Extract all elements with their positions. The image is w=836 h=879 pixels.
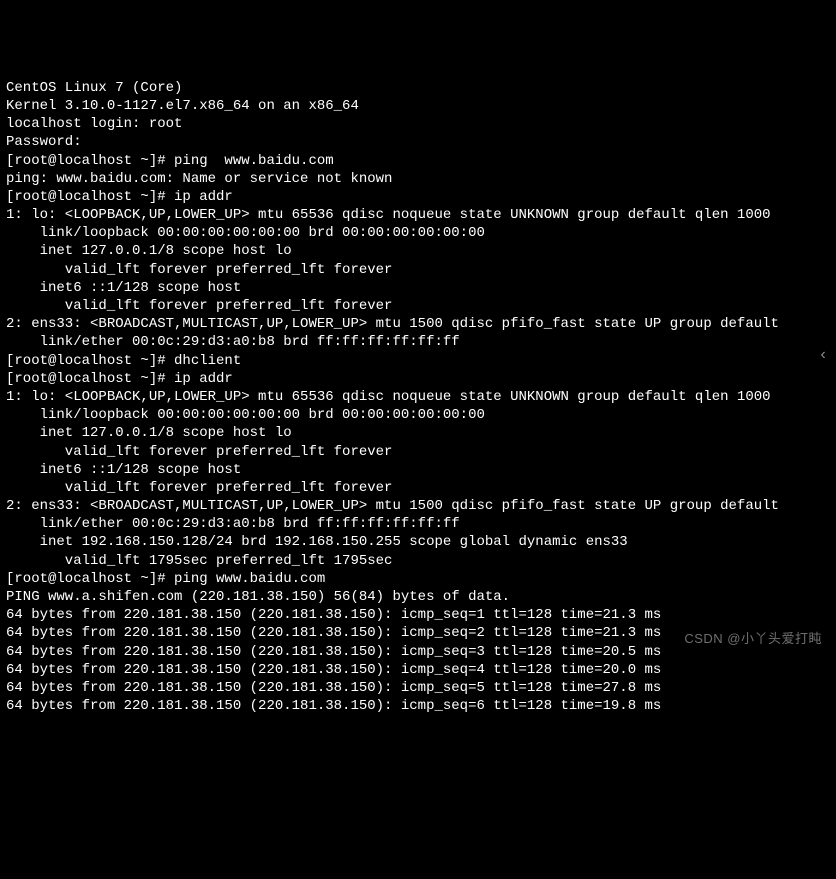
terminal-line: localhost login: root (6, 115, 830, 133)
terminal-line: link/loopback 00:00:00:00:00:00 brd 00:0… (6, 224, 830, 242)
terminal-line: link/ether 00:0c:29:d3:a0:b8 brd ff:ff:f… (6, 333, 830, 351)
terminal-line: [root@localhost ~]# ping www.baidu.com (6, 570, 830, 588)
terminal-line: inet 127.0.0.1/8 scope host lo (6, 242, 830, 260)
terminal-line: 1: lo: <LOOPBACK,UP,LOWER_UP> mtu 65536 … (6, 388, 830, 406)
terminal-line: valid_lft 1795sec preferred_lft 1795sec (6, 552, 830, 570)
terminal-line: [root@localhost ~]# ip addr (6, 370, 830, 388)
terminal-line: ping: www.baidu.com: Name or service not… (6, 170, 830, 188)
terminal-line: [root@localhost ~]# dhclient (6, 352, 830, 370)
terminal-line: inet6 ::1/128 scope host (6, 461, 830, 479)
terminal-line: link/loopback 00:00:00:00:00:00 brd 00:0… (6, 406, 830, 424)
terminal-line: inet 127.0.0.1/8 scope host lo (6, 424, 830, 442)
terminal-line: 2: ens33: <BROADCAST,MULTICAST,UP,LOWER_… (6, 315, 830, 333)
terminal-line: 64 bytes from 220.181.38.150 (220.181.38… (6, 606, 830, 624)
terminal-line: Kernel 3.10.0-1127.el7.x86_64 on an x86_… (6, 97, 830, 115)
back-icon: ‹ (818, 345, 828, 366)
terminal-line: valid_lft forever preferred_lft forever (6, 479, 830, 497)
terminal-line: inet 192.168.150.128/24 brd 192.168.150.… (6, 533, 830, 551)
terminal-line: inet6 ::1/128 scope host (6, 279, 830, 297)
terminal-line: [root@localhost ~]# ip addr (6, 188, 830, 206)
terminal-line: 64 bytes from 220.181.38.150 (220.181.38… (6, 661, 830, 679)
terminal-line: CentOS Linux 7 (Core) (6, 79, 830, 97)
terminal-line: Password: (6, 133, 830, 151)
terminal-line: PING www.a.shifen.com (220.181.38.150) 5… (6, 588, 830, 606)
terminal-line: link/ether 00:0c:29:d3:a0:b8 brd ff:ff:f… (6, 515, 830, 533)
terminal-line: 64 bytes from 220.181.38.150 (220.181.38… (6, 697, 830, 715)
terminal-line: 1: lo: <LOOPBACK,UP,LOWER_UP> mtu 65536 … (6, 206, 830, 224)
terminal-line: valid_lft forever preferred_lft forever (6, 297, 830, 315)
terminal-line: 2: ens33: <BROADCAST,MULTICAST,UP,LOWER_… (6, 497, 830, 515)
terminal-output[interactable]: CentOS Linux 7 (Core)Kernel 3.10.0-1127.… (6, 79, 830, 716)
terminal-line: [root@localhost ~]# ping www.baidu.com (6, 152, 830, 170)
watermark-text: CSDN @小丫头爱打盹 (684, 631, 822, 648)
terminal-line: valid_lft forever preferred_lft forever (6, 261, 830, 279)
terminal-line: 64 bytes from 220.181.38.150 (220.181.38… (6, 679, 830, 697)
terminal-line: valid_lft forever preferred_lft forever (6, 443, 830, 461)
